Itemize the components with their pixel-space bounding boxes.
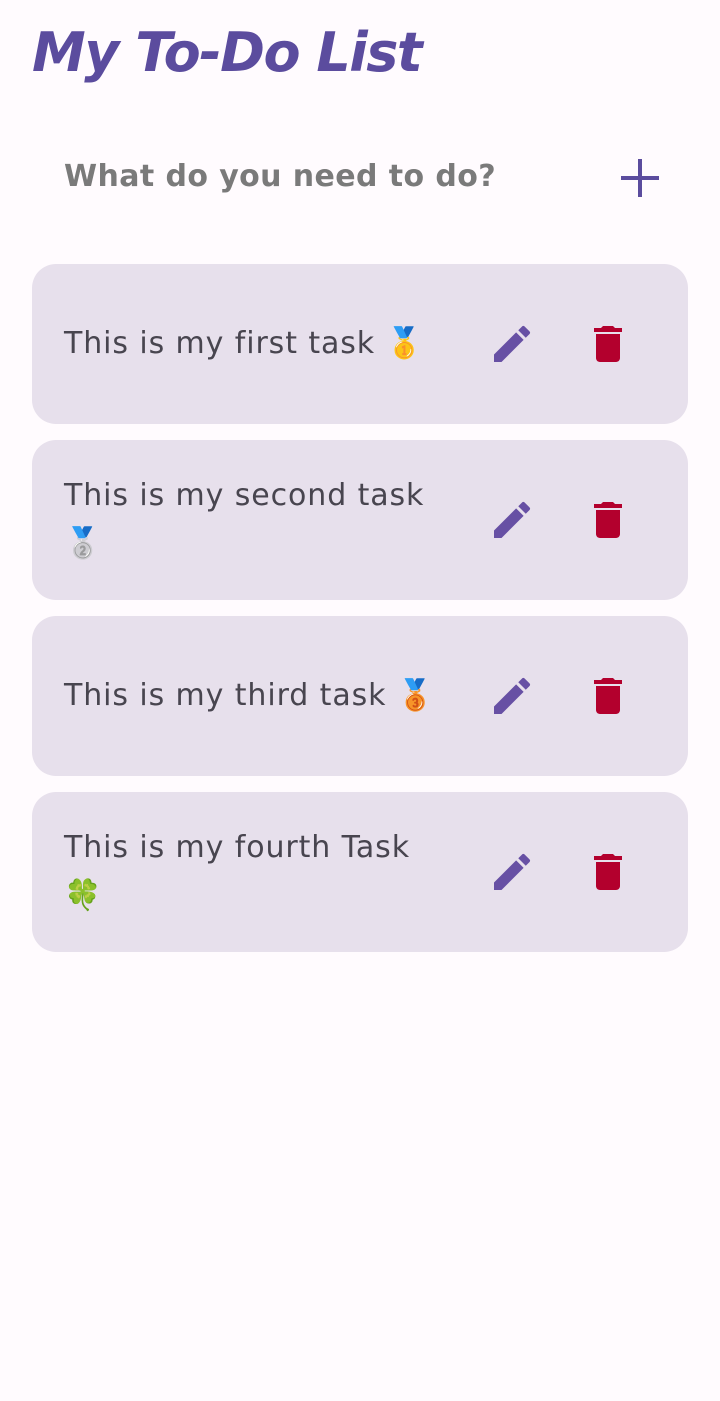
add-task-button[interactable] bbox=[612, 150, 668, 206]
task-card: This is my third task 🥉 bbox=[32, 616, 688, 776]
task-card: This is my fourth Task 🍀 bbox=[32, 792, 688, 952]
delete-task-button[interactable] bbox=[580, 492, 636, 548]
task-text: This is my third task 🥉 bbox=[64, 678, 436, 713]
task-list: This is my first task 🥇 This is my secon… bbox=[32, 264, 688, 968]
task-text: This is my fourth Task 🍀 bbox=[64, 830, 410, 913]
pencil-icon bbox=[494, 853, 531, 890]
app-title: My To-Do List bbox=[32, 21, 423, 84]
pencil-icon bbox=[494, 501, 531, 538]
new-task-input[interactable] bbox=[64, 150, 604, 202]
delete-task-button[interactable] bbox=[580, 316, 636, 372]
edit-task-button[interactable] bbox=[484, 492, 540, 548]
new-task-row bbox=[32, 128, 688, 224]
pencil-icon bbox=[494, 677, 531, 714]
task-card: This is my first task 🥇 bbox=[32, 264, 688, 424]
task-text: This is my second task 🥈 bbox=[64, 478, 425, 561]
trash-icon bbox=[594, 326, 622, 362]
trash-icon bbox=[594, 678, 622, 714]
task-text: This is my first task 🥇 bbox=[64, 326, 424, 361]
pencil-icon bbox=[494, 325, 531, 362]
edit-task-button[interactable] bbox=[484, 844, 540, 900]
trash-icon bbox=[594, 854, 622, 890]
edit-task-button[interactable] bbox=[484, 668, 540, 724]
task-card: This is my second task 🥈 bbox=[32, 440, 688, 600]
edit-task-button[interactable] bbox=[484, 316, 540, 372]
delete-task-button[interactable] bbox=[580, 668, 636, 724]
trash-icon bbox=[594, 502, 622, 538]
plus-icon bbox=[621, 159, 659, 197]
delete-task-button[interactable] bbox=[580, 844, 636, 900]
